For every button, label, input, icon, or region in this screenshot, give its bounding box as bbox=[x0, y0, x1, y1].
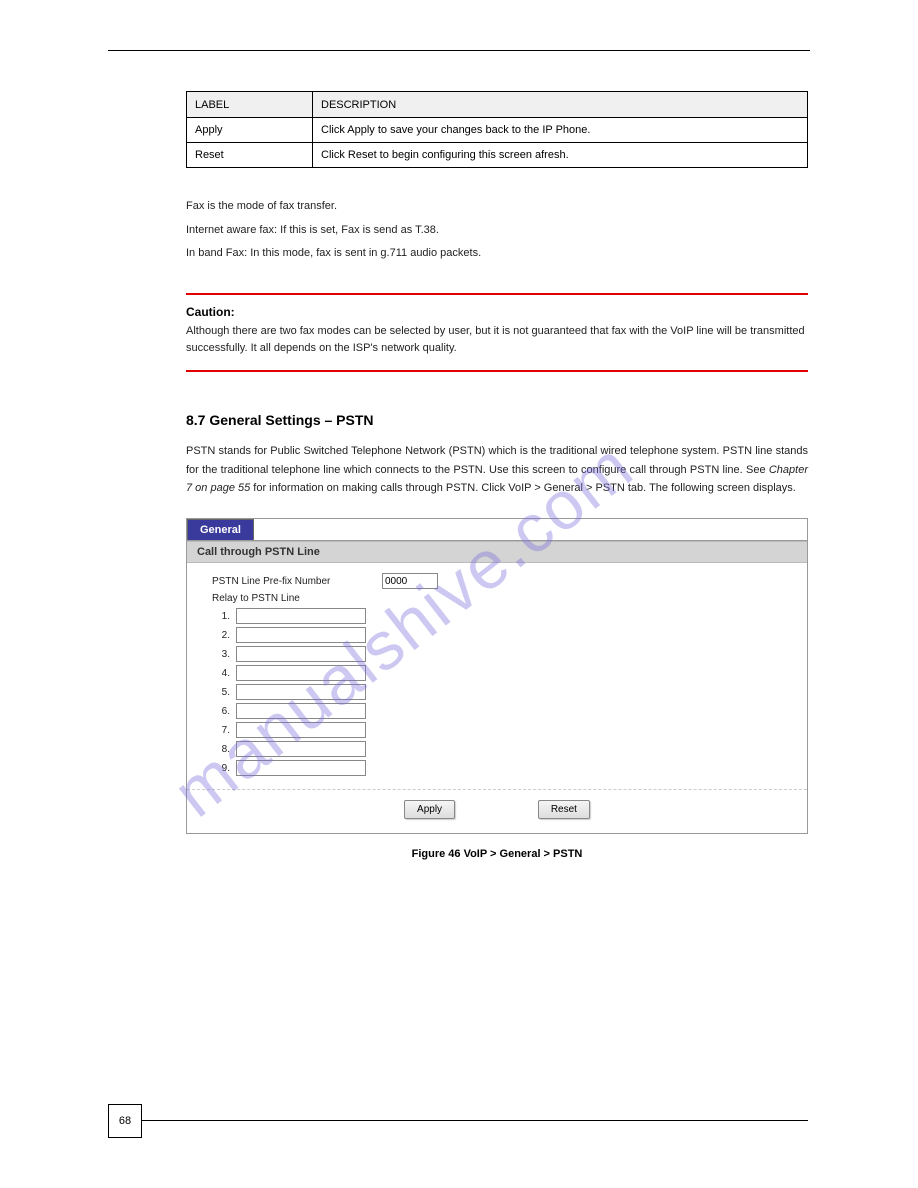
section-paragraph: PSTN stands for Public Switched Telephon… bbox=[186, 442, 808, 498]
relay-input-6[interactable] bbox=[236, 703, 366, 719]
relay-input-9[interactable] bbox=[236, 760, 366, 776]
section-header-pstn: Call through PSTN Line bbox=[187, 541, 807, 563]
relay-num: 6. bbox=[216, 706, 230, 717]
figure-screenshot: General Call through PSTN Line PSTN Line… bbox=[186, 518, 808, 834]
section-text-before: PSTN stands for Public Switched Telephon… bbox=[186, 445, 808, 476]
warning-text: Although there are two fax modes can be … bbox=[186, 323, 808, 358]
table-header-label: LABEL bbox=[187, 92, 313, 118]
warning-block: Caution: Although there are two fax mode… bbox=[186, 293, 808, 372]
figure-caption: Figure 46 VoIP > General > PSTN bbox=[186, 848, 808, 860]
footer-rule bbox=[142, 1120, 808, 1121]
prefix-number-label: PSTN Line Pre-fix Number bbox=[212, 576, 372, 587]
relay-num: 8. bbox=[216, 744, 230, 755]
relay-num: 1. bbox=[216, 611, 230, 622]
relay-to-pstn-label: Relay to PSTN Line bbox=[212, 593, 807, 604]
table-cell-label: Reset bbox=[187, 143, 313, 168]
relay-input-5[interactable] bbox=[236, 684, 366, 700]
table-header-description: DESCRIPTION bbox=[313, 92, 808, 118]
description-block: Fax is the mode of fax transfer. Interne… bbox=[186, 198, 808, 263]
relay-num: 4. bbox=[216, 668, 230, 679]
relay-input-7[interactable] bbox=[236, 722, 366, 738]
relay-input-8[interactable] bbox=[236, 741, 366, 757]
warning-title: Caution: bbox=[186, 305, 808, 319]
label-description-table: LABEL DESCRIPTION Apply Click Apply to s… bbox=[186, 91, 808, 168]
relay-num: 7. bbox=[216, 725, 230, 736]
description-line: Fax is the mode of fax transfer. bbox=[186, 198, 808, 216]
warning-rule-top bbox=[186, 293, 808, 295]
table-cell-label: Apply bbox=[187, 118, 313, 143]
relay-num: 3. bbox=[216, 649, 230, 660]
page-number: 68 bbox=[108, 1104, 142, 1138]
description-line: Internet aware fax: If this is set, Fax … bbox=[186, 222, 808, 240]
header-rule bbox=[108, 50, 810, 51]
relay-input-4[interactable] bbox=[236, 665, 366, 681]
prefix-number-input[interactable] bbox=[382, 573, 438, 589]
apply-button[interactable]: Apply bbox=[404, 800, 455, 819]
relay-num: 5. bbox=[216, 687, 230, 698]
reset-button[interactable]: Reset bbox=[538, 800, 590, 819]
table-row: Apply Click Apply to save your changes b… bbox=[187, 118, 808, 143]
table-cell-description: Click Reset to begin configuring this sc… bbox=[313, 143, 808, 168]
tab-general[interactable]: General bbox=[187, 519, 254, 540]
relay-input-1[interactable] bbox=[236, 608, 366, 624]
description-line: In band Fax: In this mode, fax is sent i… bbox=[186, 245, 808, 263]
section-heading: 8.7 General Settings – PSTN bbox=[186, 412, 810, 428]
table-cell-description: Click Apply to save your changes back to… bbox=[313, 118, 808, 143]
relay-input-3[interactable] bbox=[236, 646, 366, 662]
section-text-after: for information on making calls through … bbox=[250, 482, 796, 494]
table-row: Reset Click Reset to begin configuring t… bbox=[187, 143, 808, 168]
relay-num: 9. bbox=[216, 763, 230, 774]
warning-rule-bottom bbox=[186, 370, 808, 372]
relay-input-2[interactable] bbox=[236, 627, 366, 643]
relay-num: 2. bbox=[216, 630, 230, 641]
